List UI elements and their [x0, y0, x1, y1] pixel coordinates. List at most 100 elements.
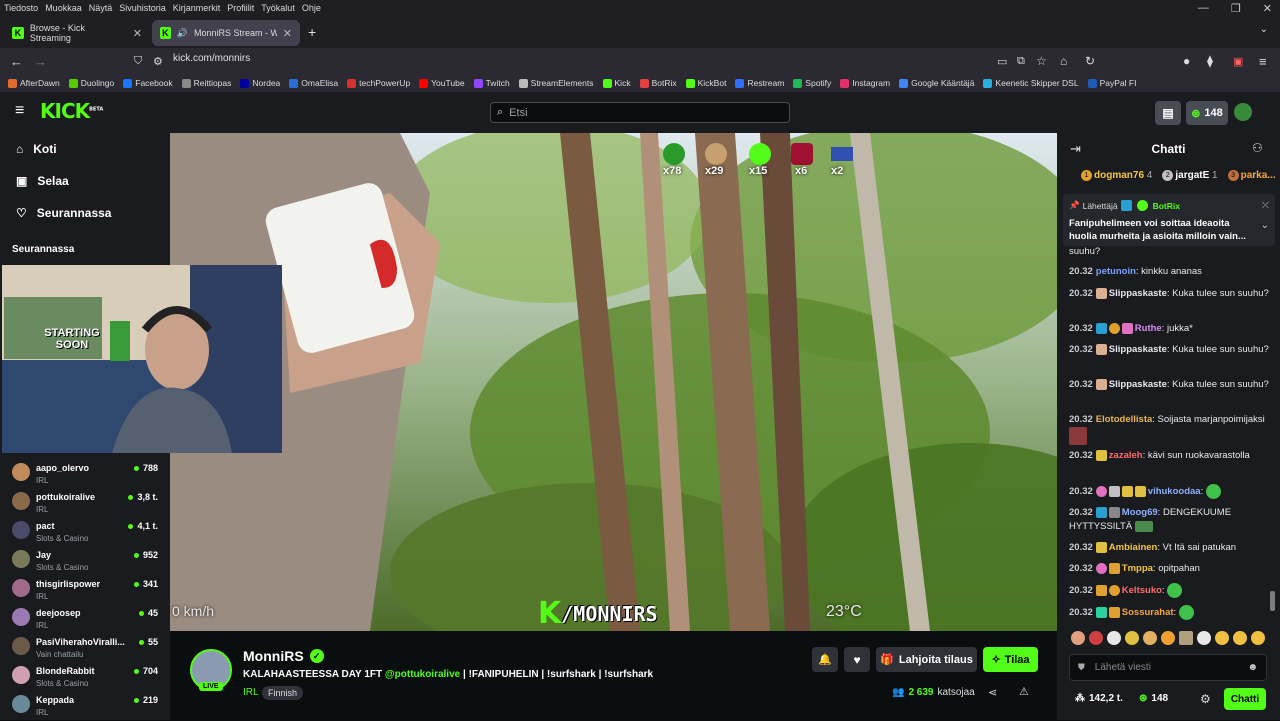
followed-channel[interactable]: aapo_olervo IRL 788 — [12, 461, 162, 489]
bookmark[interactable]: AfterDawn — [8, 78, 60, 88]
nav-browse[interactable]: ▣ Selaa — [16, 174, 69, 188]
kick-points-button[interactable]: ⊛ 148 — [1186, 101, 1228, 125]
close-icon[interactable]: ✕ — [1263, 2, 1272, 15]
extensions-icon[interactable]: ⧫ — [1207, 54, 1213, 68]
reload-icon[interactable]: ↻ — [1085, 54, 1095, 68]
emote-icon[interactable] — [1089, 631, 1103, 645]
emote-icon[interactable] — [1197, 631, 1211, 645]
bookmark[interactable]: Reittiopas — [181, 78, 231, 88]
kick-points[interactable]: ⊛ 148 — [1139, 693, 1168, 704]
emote-icon[interactable] — [1179, 631, 1193, 645]
chevron-down-icon[interactable]: ⌄ — [1261, 220, 1269, 231]
bookmark[interactable]: Nordea — [240, 78, 280, 88]
picture-in-picture-icon[interactable]: ⧉ — [1017, 55, 1025, 68]
followed-channel[interactable]: Keppada IRL 219 — [12, 693, 162, 721]
gifter-item[interactable]: 3 parka... — [1227, 170, 1276, 181]
chat-input[interactable]: ⛊ Lähetä viesti ☻ — [1069, 654, 1267, 681]
search-input[interactable]: ⌕ Etsi — [490, 102, 790, 123]
bookmark[interactable]: Keenetic Skipper DSL — [983, 78, 1079, 88]
bookmark[interactable]: Twitch — [473, 78, 510, 88]
close-tab-icon[interactable]: ✕ — [283, 27, 292, 40]
bookmark[interactable]: StreamElements — [518, 78, 594, 88]
bookmark[interactable]: Spotify — [793, 78, 831, 88]
bookmark[interactable]: Kick — [602, 78, 631, 88]
menu-item[interactable]: Tiedosto — [4, 3, 38, 13]
channel-points[interactable]: ⁂ 142,2 t. — [1075, 693, 1123, 704]
speaker-icon[interactable]: 🔊 — [177, 28, 188, 39]
kick-logo[interactable]: KICKBETA — [40, 99, 103, 123]
reader-icon[interactable]: ▭ — [997, 55, 1007, 68]
home-icon[interactable]: ⌂ — [1060, 54, 1067, 68]
title-mention-link[interactable]: @pottukoiralive — [385, 669, 460, 680]
hamburger-menu-icon[interactable]: ≡ — [15, 102, 24, 120]
gifter-item[interactable]: 2 jargatE 1 — [1162, 170, 1218, 181]
forward-icon[interactable]: → — [34, 54, 47, 69]
followed-channel[interactable]: Jay Slots & Casino 952 — [12, 548, 162, 576]
bookmark[interactable]: Restream — [735, 78, 784, 88]
followed-channel[interactable]: pact Slots & Casino 4,1 t. — [12, 519, 162, 547]
emote-icon[interactable] — [1125, 631, 1139, 645]
maximize-icon[interactable]: ❐ — [1231, 2, 1241, 15]
emote-icon[interactable] — [1215, 631, 1229, 645]
language-tag[interactable]: Finnish — [262, 686, 304, 700]
site-settings-icon[interactable]: ⚙ — [153, 55, 163, 68]
bookmark[interactable]: KickBot — [685, 78, 726, 88]
video-player[interactable]: x78 x29 x15 x6 x2 0 km/h K /MONNIRS 23°C — [170, 133, 1057, 631]
bookmark[interactable]: Instagram — [840, 78, 890, 88]
addon-icon[interactable]: ▣ — [1233, 55, 1243, 68]
subscribe-button[interactable]: ✧ Tilaa — [983, 647, 1038, 672]
menu-item[interactable]: Muokkaa — [45, 3, 82, 13]
send-chat-button[interactable]: Chatti — [1224, 688, 1266, 710]
emote-icon[interactable] — [1251, 631, 1265, 645]
followed-channel[interactable]: BlondeRabbit Slots & Casino 704 — [12, 664, 162, 692]
streamer-name[interactable]: MonniRS ✓ — [243, 648, 324, 664]
new-tab-icon[interactable]: + — [308, 24, 316, 40]
pinned-message[interactable]: 📌 Lähettäjä BotRix Fanipuhelimeen voi so… — [1063, 194, 1275, 246]
close-tab-icon[interactable]: ✕ — [133, 27, 142, 40]
bookmark[interactable]: BotRix — [639, 78, 677, 88]
followed-channel[interactable]: thisgirlispower IRL 341 — [12, 577, 162, 605]
url-bar[interactable]: kick.com/monnirs — [173, 53, 250, 64]
emote-icon[interactable] — [1107, 631, 1121, 645]
chat-settings-icon[interactable]: ⚙ — [1200, 692, 1211, 706]
minimize-icon[interactable]: — — [1198, 2, 1209, 14]
report-icon[interactable]: ⚠ — [1019, 685, 1029, 698]
category-link[interactable]: IRL — [243, 687, 259, 698]
chat-users-icon[interactable]: ⚇ — [1252, 141, 1263, 155]
emote-icon[interactable] — [1071, 631, 1085, 645]
follow-button[interactable]: ♥ — [844, 647, 870, 672]
emoji-picker-icon[interactable]: ☻ — [1247, 662, 1258, 673]
emote-icon[interactable] — [1233, 631, 1247, 645]
bookmark[interactable]: YouTube — [419, 78, 465, 88]
menu-item[interactable]: Näytä — [89, 3, 113, 13]
back-icon[interactable]: ← — [10, 54, 23, 69]
menu-item[interactable]: Sivuhistoria — [119, 3, 166, 13]
bookmark[interactable]: Duolingo — [68, 78, 114, 88]
followed-channel[interactable]: deejoosep IRL 45 — [12, 606, 162, 634]
bookmark[interactable]: Google Kääntäjä — [899, 78, 974, 88]
gift-subscription-button[interactable]: 🎁 Lahjoita tilaus — [876, 647, 977, 672]
bookmark[interactable]: Facebook — [123, 78, 173, 88]
menu-item[interactable]: Profiilit — [227, 3, 254, 13]
notification-button[interactable]: 🔔 — [812, 647, 838, 672]
followed-channel[interactable]: PasiViherahoViralli... Vain chattailu 55 — [12, 635, 162, 663]
gifter-item[interactable]: 1 dogman76 4 — [1081, 170, 1152, 181]
bookmark[interactable]: PayPal FI — [1087, 78, 1136, 88]
share-icon[interactable]: ⋖ — [988, 686, 997, 699]
dashboard-button[interactable]: ▤ — [1155, 101, 1181, 125]
tab-list-icon[interactable]: ⌄ — [1260, 24, 1268, 35]
bookmark[interactable]: OmaElisa — [289, 78, 338, 88]
nav-following[interactable]: ♡ Seurannassa — [16, 206, 111, 220]
nav-home[interactable]: ⌂ Koti — [16, 142, 57, 156]
chat-scrollbar[interactable] — [1270, 591, 1275, 611]
emote-icon[interactable] — [1143, 631, 1157, 645]
hamburger-menu-icon[interactable]: ≡ — [1259, 54, 1267, 69]
menu-item[interactable]: Työkalut — [261, 3, 295, 13]
menu-item[interactable]: Ohje — [302, 3, 321, 13]
tab-monnirs[interactable]: K 🔊 MonniRS Stream - Watch L ✕ — [152, 20, 300, 46]
menu-item[interactable]: Kirjanmerkit — [173, 3, 221, 13]
account-icon[interactable]: ● — [1183, 54, 1190, 68]
bookmark-star-icon[interactable]: ☆ — [1036, 54, 1047, 68]
tab-browse[interactable]: K Browse - Kick Streaming ✕ — [4, 20, 150, 46]
followed-channel[interactable]: pottukoiralive IRL 3,8 t. — [12, 490, 162, 518]
